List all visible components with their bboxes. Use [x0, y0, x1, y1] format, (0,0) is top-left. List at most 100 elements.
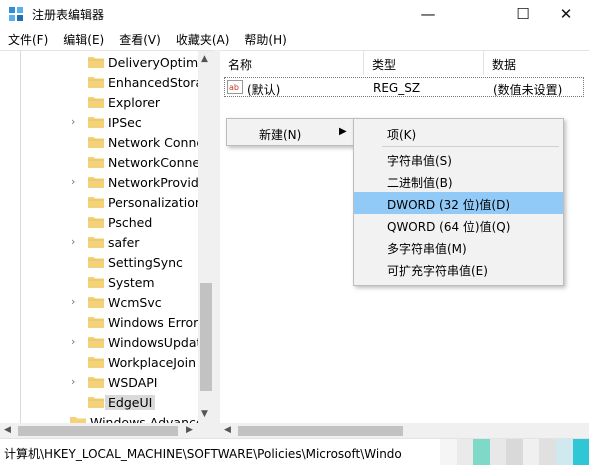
tree-item[interactable]: › WindowsUpdat — [0, 332, 198, 352]
maximize-icon: ☐ — [516, 5, 530, 23]
folder-icon — [88, 337, 104, 348]
tree-item[interactable]: EnhancedStorag — [0, 72, 198, 92]
tree-item[interactable]: › IPSec — [0, 112, 198, 132]
menu-bar: 文件(F) 编辑(E) 查看(V) 收藏夹(A) 帮助(H) — [0, 28, 589, 50]
tree-item-label: EnhancedStorag — [108, 75, 198, 90]
expand-chevron-icon[interactable]: › — [71, 296, 83, 308]
expand-chevron-icon[interactable]: › — [71, 336, 83, 348]
tree-vertical-scrollbar[interactable]: ▲ ▼ — [198, 51, 214, 423]
maximize-button[interactable]: ☐ — [500, 0, 546, 28]
folder-icon — [88, 297, 104, 308]
submenu-item-label: DWORD (32 位)值(D) — [387, 198, 510, 212]
key-tree: DeliveryOptimiz EnhancedStorag Explorer › IP… — [0, 51, 198, 423]
tree-item-label: WSDAPI — [108, 375, 158, 390]
tree-item[interactable]: EdgeUI — [0, 392, 198, 412]
tree-item[interactable]: › WSDAPI — [0, 372, 198, 392]
tree-item-label: SettingSync — [108, 255, 183, 270]
tree-item[interactable]: NetworkConne — [0, 152, 198, 172]
mosaic-tile — [572, 439, 589, 465]
menu-item-new-label: 新建(N) — [259, 128, 302, 142]
submenu-item-label: 多字符串值(M) — [387, 242, 467, 256]
folder-icon — [88, 237, 104, 248]
list-hscroll-thumb[interactable] — [238, 426, 403, 436]
menu-edit[interactable]: 编辑(E) — [55, 28, 111, 50]
title-bar: 注册表编辑器 — ☐ ✕ — [0, 0, 589, 28]
tree-item[interactable]: WorkplaceJoin — [0, 352, 198, 372]
submenu-item[interactable]: 二进制值(B) — [354, 170, 563, 192]
menu-file[interactable]: 文件(F) — [0, 28, 55, 50]
menu-view[interactable]: 查看(V) — [111, 28, 168, 50]
scroll-left-icon[interactable]: ◀ — [224, 425, 231, 435]
submenu-item-label: 字符串值(S) — [387, 154, 452, 168]
submenu-item[interactable]: 字符串值(S) — [354, 148, 563, 170]
folder-icon — [88, 57, 104, 68]
value-type: REG_SZ — [373, 81, 421, 95]
tree-item-label: Psched — [108, 215, 153, 230]
folder-icon — [88, 277, 104, 288]
tree-vscroll-thumb[interactable] — [200, 283, 212, 391]
menu-help[interactable]: 帮助(H) — [236, 28, 293, 50]
submenu-item[interactable]: QWORD (64 位)值(Q) — [354, 214, 563, 236]
scroll-up-icon[interactable]: ▲ — [201, 54, 208, 64]
tree-item[interactable]: › NetworkProvide — [0, 172, 198, 192]
tree-item[interactable]: Explorer — [0, 92, 198, 112]
menu-favorites[interactable]: 收藏夹(A) — [168, 28, 237, 50]
minimize-button[interactable]: — — [405, 0, 451, 28]
list-horizontal-scrollbar[interactable]: ◀ — [220, 423, 589, 438]
tree-item-label: Windows Advance — [90, 415, 198, 423]
submenu-arrow-icon: ▶ — [339, 126, 347, 137]
folder-icon — [70, 417, 86, 423]
ab-string-icon: ab — [227, 80, 243, 94]
registry-editor-icon — [9, 7, 23, 21]
expand-chevron-icon[interactable]: › — [71, 176, 83, 188]
expand-chevron-icon[interactable]: › — [71, 376, 83, 388]
folder-icon — [88, 157, 104, 168]
value-row-default[interactable]: ab (默认) REG_SZ (数值未设置) — [224, 77, 584, 97]
folder-icon — [88, 217, 104, 228]
close-button[interactable]: ✕ — [543, 0, 589, 28]
tree-item[interactable]: DeliveryOptimiz — [0, 52, 198, 72]
column-header-type[interactable]: 类型 — [364, 51, 484, 75]
tree-item[interactable]: System — [0, 272, 198, 292]
menu-item-new[interactable]: 新建(N) ▶ — [227, 122, 355, 144]
tree-item[interactable]: Windows Advance — [0, 412, 198, 423]
tree-item[interactable]: Psched — [0, 212, 198, 232]
mosaic-watermark — [440, 439, 589, 465]
submenu-item[interactable]: DWORD (32 位)值(D) — [354, 192, 563, 214]
expand-chevron-icon[interactable]: › — [71, 236, 83, 248]
submenu-separator — [382, 146, 559, 147]
folder-icon — [88, 137, 104, 148]
tree-item[interactable]: › WcmSvc — [0, 292, 198, 312]
submenu-item[interactable]: 可扩充字符串值(E) — [354, 258, 563, 280]
tree-horizontal-scrollbar[interactable]: ◀ ▶ — [0, 423, 214, 438]
folder-icon — [88, 257, 104, 268]
tree-item-label: Network Conne — [108, 135, 198, 150]
scroll-right-icon[interactable]: ▶ — [186, 425, 193, 435]
context-menu: 新建(N) ▶ — [226, 118, 356, 146]
column-header-name[interactable]: 名称 — [220, 51, 364, 75]
tree-hscroll-thumb[interactable] — [18, 426, 178, 436]
new-submenu: 项(K) 字符串值(S) 二进制值(B) DWORD (32 位)值(D) QWORD … — [353, 118, 564, 286]
tree-item[interactable]: › safer — [0, 232, 198, 252]
scroll-left-icon[interactable]: ◀ — [4, 425, 11, 435]
scroll-down-icon[interactable]: ▼ — [201, 409, 208, 419]
window-title: 注册表编辑器 — [32, 8, 105, 22]
submenu-item[interactable]: 项(K) — [354, 122, 563, 144]
expand-chevron-icon[interactable]: › — [71, 116, 83, 128]
tree-item-label: WindowsUpdat — [108, 335, 198, 350]
submenu-item[interactable]: 多字符串值(M) — [354, 236, 563, 258]
tree-item[interactable]: Personalization — [0, 192, 198, 212]
tree-item[interactable]: Network Conne — [0, 132, 198, 152]
mosaic-tile — [456, 439, 474, 465]
mosaic-tile — [555, 439, 573, 465]
tree-item-label: EdgeUI — [105, 395, 156, 410]
tree-item-label: IPSec — [108, 115, 142, 130]
mosaic-tile — [522, 439, 540, 465]
tree-item[interactable]: Windows Error — [0, 312, 198, 332]
tree-item[interactable]: SettingSync — [0, 252, 198, 272]
tree-item-label: NetworkProvide — [108, 175, 198, 190]
column-header-data[interactable]: 数据 — [484, 51, 589, 75]
close-icon: ✕ — [559, 5, 573, 23]
folder-icon — [88, 77, 104, 88]
folder-icon — [88, 97, 104, 108]
